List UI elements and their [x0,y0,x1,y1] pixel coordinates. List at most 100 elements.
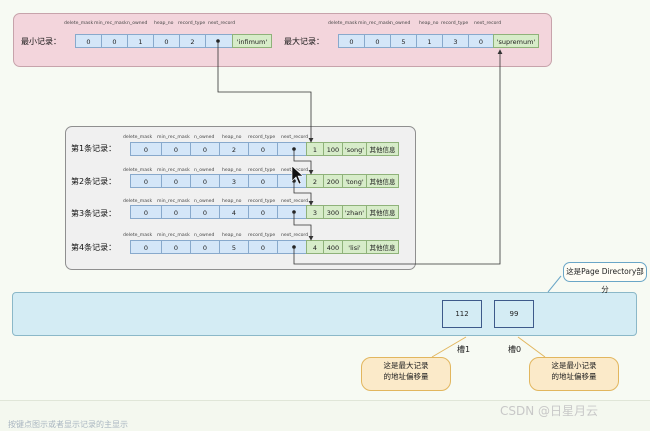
min-record-header-delete-mask: delete_mask [64,21,94,26]
min-record-row: 0 0 1 0 2 'infimum' [75,34,272,48]
record-4-label: 第4条记录： [71,243,117,252]
min-record-label: 最小记录： [21,37,61,46]
record-1-header-n-owned: n_owned [194,135,215,140]
max-record-header-heap-no: heap_no [419,21,439,26]
record-2-id: 2 [306,174,324,188]
record-4-record-type: 0 [248,240,278,254]
min-record-header-heap-no: heap_no [154,21,174,26]
record-1-heap-no: 2 [219,142,249,156]
slot-0-box: 99 [494,300,534,328]
record-3-heap-no: 4 [219,205,249,219]
min-record-heap-no: 0 [153,34,180,48]
record-2-record-type: 0 [248,174,278,188]
page-directory-panel [12,292,637,336]
record-2-row: 0 0 0 3 0 2 200 'tong' 其他信息 [130,174,399,188]
record-1-n-owned: 0 [190,142,220,156]
max-record-label: 最大记录： [284,37,324,46]
max-record-n-owned: 5 [390,34,417,48]
record-2-header-record-type: record_type [248,168,276,173]
max-record-delete-mask: 0 [338,34,365,48]
record-3-delete-mask: 0 [130,205,162,219]
record-4-row: 0 0 0 5 0 4 400 'lisi' 其他信息 [130,240,399,254]
min-record-header-next-record: next_record [208,21,236,26]
record-1-row: 0 0 0 2 0 1 100 'song' 其他信息 [130,142,399,156]
min-record-record-type: 2 [179,34,206,48]
record-2-header-min-rec-mask: min_rec_mask [157,168,190,173]
max-record-data-supremum: 'supremum' [493,34,539,48]
record-2-header-delete-mask: delete_mask [123,168,153,173]
record-1-record-type: 0 [248,142,278,156]
record-2-number: 200 [323,174,343,188]
record-4-min-rec-mask: 0 [161,240,191,254]
record-2-header-n-owned: n_owned [194,168,215,173]
slot-1-label: 槽1 [457,345,471,354]
record-3-header-record-type: record_type [248,199,276,204]
record-2-min-rec-mask: 0 [161,174,191,188]
bottom-caption: 按键点图示或者显示记录的主显示 [8,420,128,429]
record-4-next-record [277,240,307,254]
max-record-min-rec-mask: 0 [364,34,391,48]
record-4-header-heap-no: heap_no [222,233,242,238]
record-4-header-delete-mask: delete_mask [123,233,153,238]
min-record-header-min-rec-mask: min_rec_mask [94,21,127,26]
record-1-name: 'song' [342,142,367,156]
record-4-number: 400 [323,240,343,254]
max-record-header-next-record: next_record [474,21,502,26]
record-3-other-info: 其他信息 [366,205,399,219]
page-directory-callout: 这是Page Directory部分 [563,262,647,294]
record-4-other-info: 其他信息 [366,240,399,254]
record-2-other-info: 其他信息 [366,174,399,188]
record-4-header-n-owned: n_owned [194,233,215,238]
record-4-id: 4 [306,240,324,254]
record-1-header-heap-no: heap_no [222,135,242,140]
record-4-header-min-rec-mask: min_rec_mask [157,233,190,238]
record-2-delete-mask: 0 [130,174,162,188]
record-1-header-record-type: record_type [248,135,276,140]
min-record-offset-note: 这是最小记录 的地址偏移量 [529,357,619,391]
page-frame: 最小记录： delete_mask min_rec_mask n_owned h… [0,0,650,431]
record-1-header-min-rec-mask: min_rec_mask [157,135,190,140]
max-record-header-min-rec-mask: min_rec_mask [358,21,391,26]
max-record-header-record-type: record_type [441,21,469,26]
record-2-name: 'tong' [342,174,367,188]
record-3-label: 第3条记录： [71,209,117,218]
min-record-header-n-owned: n_owned [127,21,148,26]
max-record-header-n-owned: n_owned [390,21,411,26]
record-2-heap-no: 3 [219,174,249,188]
min-record-header-record-type: record_type [178,21,206,26]
watermark: CSDN @日星月云 [500,404,599,418]
min-record-n-owned: 1 [127,34,154,48]
slot-1-box: 112 [442,300,482,328]
record-1-number: 100 [323,142,343,156]
record-3-id: 3 [306,205,324,219]
max-record-heap-no: 1 [416,34,443,48]
record-1-delete-mask: 0 [130,142,162,156]
min-record-delete-mask: 0 [75,34,102,48]
record-4-name: 'lisi' [342,240,367,254]
min-record-min-rec-mask: 0 [101,34,128,48]
record-4-header-next-record: next_record [281,233,309,238]
record-4-heap-no: 5 [219,240,249,254]
record-1-min-rec-mask: 0 [161,142,191,156]
max-record-record-type: 3 [442,34,469,48]
record-3-min-rec-mask: 0 [161,205,191,219]
min-record-data-infimum: 'infimum' [232,34,272,48]
record-1-header-next-record: next_record [281,135,309,140]
record-3-header-heap-no: heap_no [222,199,242,204]
record-4-header-record-type: record_type [248,233,276,238]
max-record-offset-note: 这是最大记录 的地址偏移量 [361,357,451,391]
record-3-row: 0 0 0 4 0 3 300 'zhan' 其他信息 [130,205,399,219]
record-3-n-owned: 0 [190,205,220,219]
record-3-name: 'zhan' [342,205,367,219]
record-2-label: 第2条记录： [71,177,117,186]
record-4-n-owned: 0 [190,240,220,254]
record-3-header-min-rec-mask: min_rec_mask [157,199,190,204]
record-1-other-info: 其他信息 [366,142,399,156]
record-1-label: 第1条记录： [71,144,117,153]
record-3-header-n-owned: n_owned [194,199,215,204]
record-3-next-record [277,205,307,219]
slot-0-label: 槽0 [508,345,522,354]
record-4-delete-mask: 0 [130,240,162,254]
max-record-next-record: 0 [468,34,494,48]
record-1-header-delete-mask: delete_mask [123,135,153,140]
